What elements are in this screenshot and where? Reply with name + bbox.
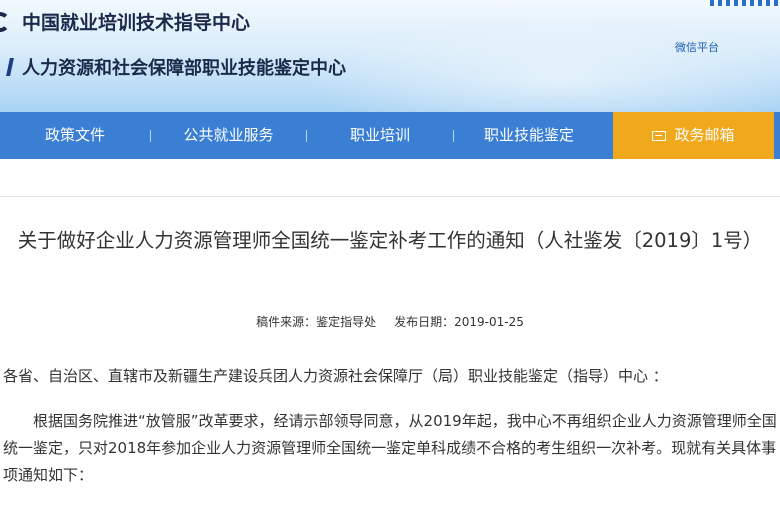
article-body-paragraph: 根据国务院推进“放管服”改革要求，经请示部领导同意，从2019年起，我中心不再组… [3,412,777,484]
mail-icon [652,130,667,141]
org-name-row-2: 人力资源和社会保障部职业技能鉴定中心 [0,54,346,80]
mailbox-label: 政务邮箱 [674,126,735,144]
content-divider [0,196,780,197]
title-bar-icon [6,58,14,76]
nav-item-training[interactable]: 职业培训 [307,112,453,159]
org-name-row-1: 中国就业培训技术指导中心 [0,8,250,35]
org-name-1: 中国就业培训技术指导中心 [22,12,251,34]
nav-item-skill-appraisal[interactable]: 职业技能鉴定 [454,112,604,159]
site-header: 中国就业培训技术指导中心 人力资源和社会保障部职业技能鉴定中心 微信平台 [0,0,780,112]
article-source: 稿件来源：鉴定指导处 [256,315,377,329]
nav-item-mailbox[interactable]: 政务邮箱 [613,112,774,159]
nav-item-employment-service[interactable]: 公共就业服务 [151,112,306,159]
header-dots-decoration [710,0,780,6]
article-date: 发布日期：2019-01-25 [394,315,524,329]
nav-item-policy[interactable]: 政策文件 [0,112,150,159]
logo-icon [0,12,14,32]
article-salutation: 各省、自治区、直辖市及新疆生产建设兵团人力资源社会保障厅（局）职业技能鉴定（指导… [3,367,668,385]
article-title: 关于做好企业人力资源管理师全国统一鉴定补考工作的通知（人社鉴发〔2019〕1号） [17,229,763,252]
header-background-decoration [300,20,780,112]
article-meta: 稿件来源：鉴定指导处 发布日期：2019-01-25 [0,313,780,330]
wechat-link[interactable]: 微信平台 [675,39,719,55]
org-name-2: 人力资源和社会保障部职业技能鉴定中心 [22,58,346,79]
